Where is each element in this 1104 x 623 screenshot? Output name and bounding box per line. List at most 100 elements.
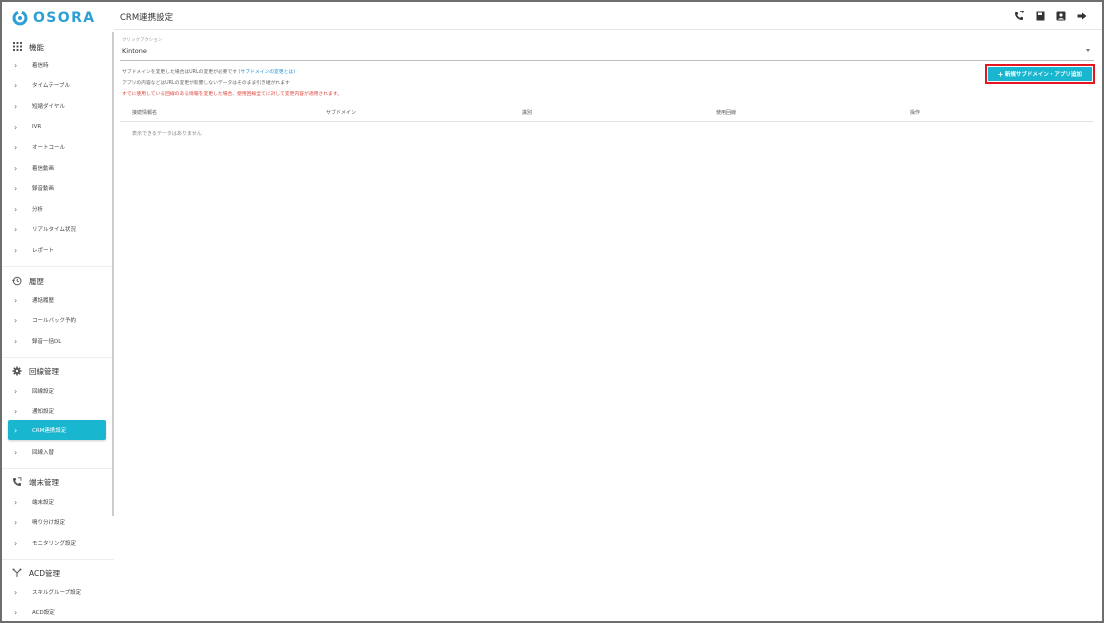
crm-select[interactable]: Kintone	[122, 47, 147, 55]
section-title: ACD管理	[29, 568, 61, 578]
sidebar-item-label: CRM連携設定	[32, 428, 67, 434]
sidebar-item-acd-settings[interactable]: › ACD設定	[8, 602, 106, 621]
empty-table-message: 表示できるデータはありません	[132, 131, 202, 137]
sidebar-item-ring-settings[interactable]: › 鳴り分け設定	[8, 512, 106, 532]
sidebar-item-label: 録音一括DL	[32, 339, 62, 345]
sidebar-item-device-settings[interactable]: › 端末設定	[8, 492, 106, 512]
sidebar-item-incoming[interactable]: › 着信時	[8, 55, 106, 75]
column-header[interactable]: 使用回線	[716, 109, 736, 116]
section-title: 回線管理	[29, 366, 59, 376]
info-line-1: サブドメインを変更した場合はURLの変更が必要です (サブドメインの変更とは)	[122, 68, 295, 75]
section-title: 履歴	[29, 276, 44, 286]
sidebar-item-label: リアルタイム状況	[32, 227, 76, 233]
add-subdomain-button[interactable]: + 新規サブドメイン・アプリ追加	[988, 67, 1092, 81]
chevron-right-icon: ›	[14, 80, 18, 90]
sidebar-item-label: 着信時	[32, 63, 49, 69]
section-line-management: 回線管理	[12, 364, 59, 378]
sidebar-item-label: オートコール	[32, 145, 66, 151]
phone-transfer-icon[interactable]	[1013, 10, 1025, 22]
chevron-right-icon: ›	[14, 204, 18, 214]
sidebar-item-label: IVR	[32, 124, 42, 130]
add-button-label: 新規サブドメイン・アプリ追加	[1004, 72, 1082, 78]
column-header[interactable]: サブドメイン	[326, 109, 356, 116]
sidebar-item-autocall[interactable]: › オートコール	[8, 137, 106, 157]
sidebar-item-label: 端末設定	[32, 500, 55, 506]
sidebar-item-analysis[interactable]: › 分析	[8, 199, 106, 219]
sidebar-item-monitoring-settings[interactable]: › モニタリング設定	[8, 533, 106, 553]
sidebar-item-line-replace[interactable]: › 回線入替	[8, 442, 106, 462]
sidebar-item-realtime[interactable]: › リアルタイム状況	[8, 219, 106, 239]
sidebar-divider	[2, 266, 114, 267]
save-icon[interactable]	[1034, 10, 1046, 22]
sidebar-item-label: 分析	[32, 207, 44, 213]
chevron-right-icon: ›	[14, 60, 18, 70]
column-header: 操作	[910, 110, 921, 116]
sidebar-item-callback[interactable]: › コールバック予約	[8, 310, 106, 330]
chevron-right-icon: ›	[14, 295, 18, 305]
table-header: 接続情報名 サブドメイン 識別 使用回線 操作	[120, 102, 1094, 122]
page-title: CRM連携設定	[120, 13, 174, 23]
chevron-right-icon: ›	[14, 538, 18, 548]
sidebar-divider	[2, 468, 114, 469]
sidebar: OSORA 機能 › 着信時 › タイムテーブル › 短縮ダイヤル › IVR › オート…	[2, 2, 114, 621]
subdomain-help-link[interactable]: (サブドメインの変更とは)	[239, 70, 296, 75]
sidebar-item-label: 通話履歴	[32, 298, 55, 304]
chevron-right-icon: ›	[14, 425, 18, 435]
sidebar-item-label: コールバック予約	[32, 318, 77, 324]
gear-icon	[12, 366, 22, 376]
sidebar-divider	[2, 357, 114, 358]
chevron-right-icon: ›	[14, 315, 18, 325]
sidebar-item-call-history[interactable]: › 通話履歴	[8, 290, 106, 310]
column-header[interactable]: 識別	[522, 109, 532, 116]
grid-icon	[12, 42, 22, 52]
phone-icon	[12, 477, 22, 487]
chevron-right-icon: ›	[14, 101, 18, 111]
chevron-right-icon: ›	[14, 386, 18, 396]
chevron-right-icon: ›	[14, 406, 18, 416]
contact-icon[interactable]	[1055, 10, 1067, 22]
chevron-right-icon: ›	[14, 607, 18, 617]
sidebar-item-speed-dial[interactable]: › 短縮ダイヤル	[8, 96, 106, 116]
chevron-right-icon: ›	[14, 142, 18, 152]
history-icon	[12, 276, 22, 286]
sidebar-item-incoming-video[interactable]: › 着信動画	[8, 158, 106, 178]
top-icons	[1004, 10, 1088, 22]
chevron-right-icon: ›	[14, 497, 18, 507]
branch-icon	[12, 568, 22, 578]
chevron-right-icon: ›	[14, 224, 18, 234]
section-title: 端末管理	[29, 477, 59, 487]
sidebar-item-notification-settings[interactable]: › 通知設定	[8, 401, 106, 421]
sidebar-divider	[2, 559, 114, 560]
sidebar-item-label: ACD設定	[32, 610, 55, 616]
sidebar-item-line-settings[interactable]: › 回線設定	[8, 381, 106, 401]
sidebar-item-recording-video[interactable]: › 録音動画	[8, 178, 106, 198]
plus-icon: +	[998, 69, 1003, 79]
warning-text: すでに使用している回線のある情報を変更した場合、使用回線全てに対して変更内容が適…	[122, 92, 342, 97]
sidebar-item-recording-download[interactable]: › 録音一括DL	[8, 331, 106, 351]
info-text: サブドメインを変更した場合はURLの変更が必要です	[122, 70, 238, 75]
sidebar-item-label: タイムテーブル	[32, 83, 71, 89]
dropdown-arrow-icon[interactable]	[1086, 49, 1090, 52]
column-header[interactable]: 接続情報名	[132, 109, 157, 116]
sidebar-item-crm-settings[interactable]: › CRM連携設定	[8, 420, 106, 440]
top-bar: CRM連携設定	[114, 2, 1102, 30]
sidebar-item-timetable[interactable]: › タイムテーブル	[8, 75, 106, 95]
sidebar-item-label: 着信動画	[32, 166, 55, 172]
chevron-right-icon: ›	[14, 183, 18, 193]
sidebar-item-label: レポート	[32, 248, 55, 254]
sidebar-item-label: スキルグループ設定	[32, 590, 82, 596]
sidebar-item-label: モニタリング設定	[32, 541, 77, 547]
logout-icon[interactable]	[1076, 10, 1088, 22]
section-device-management: 端末管理	[12, 475, 59, 489]
sidebar-item-report[interactable]: › レポート	[8, 240, 106, 260]
section-title: 機能	[29, 42, 44, 52]
section-acd-management: ACD管理	[12, 566, 60, 580]
brand-logo[interactable]: OSORA	[12, 8, 96, 28]
sidebar-item-label: 録音動画	[32, 186, 55, 192]
main-content: クリックアクション Kintone サブドメインを変更した場合はURLの変更が必…	[114, 31, 1102, 621]
chevron-right-icon: ›	[14, 336, 18, 346]
sidebar-item-ivr[interactable]: › IVR	[8, 117, 106, 137]
select-underline	[120, 60, 1094, 61]
chevron-right-icon: ›	[14, 447, 18, 457]
sidebar-item-skill-group[interactable]: › スキルグループ設定	[8, 582, 106, 602]
